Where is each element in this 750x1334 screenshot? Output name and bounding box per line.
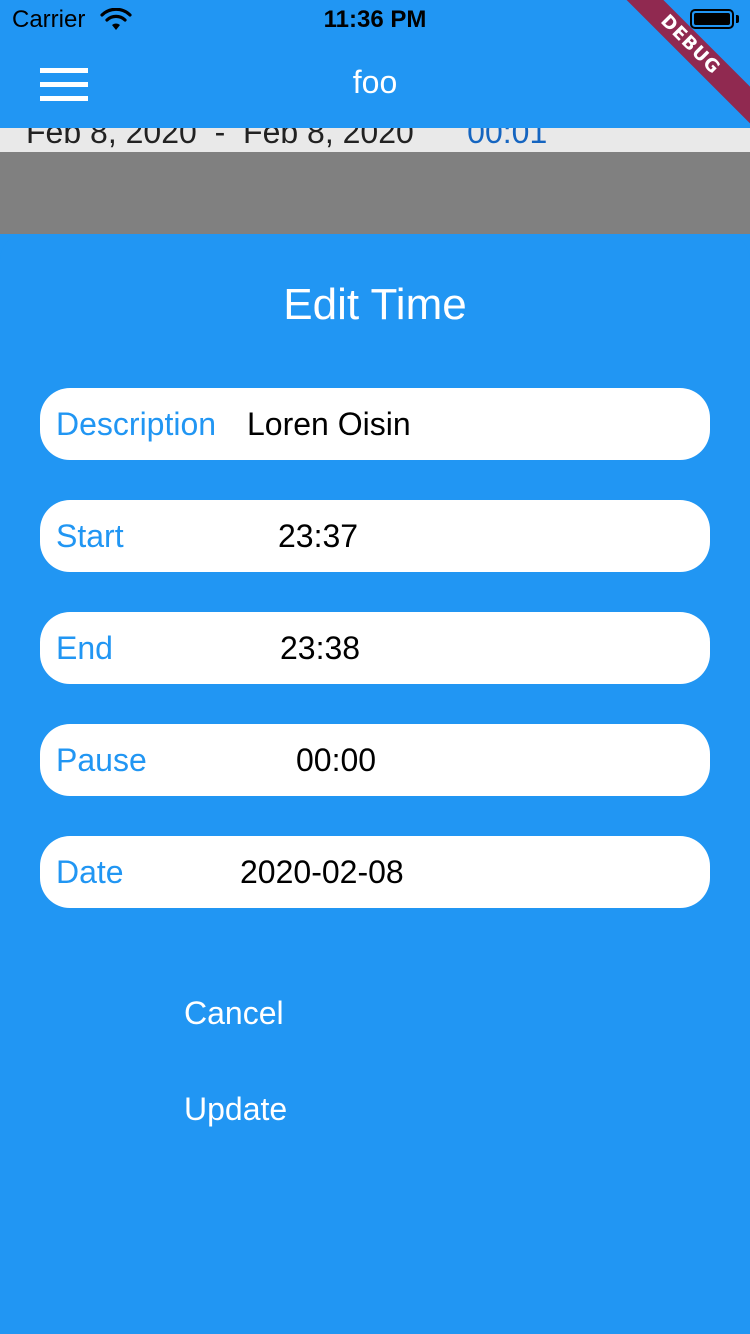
- start-label: Start: [56, 518, 124, 554]
- end-value[interactable]: 23:38: [280, 630, 360, 667]
- date-label: Date: [56, 854, 124, 890]
- pause-label: Pause: [56, 742, 147, 778]
- battery-icon: [690, 9, 734, 29]
- start-field[interactable]: Start 23:37: [40, 500, 710, 572]
- row-end-date: Feb 8, 2020: [243, 128, 414, 150]
- end-label: End: [56, 630, 113, 666]
- start-value[interactable]: 23:37: [278, 518, 358, 555]
- date-field[interactable]: Date 2020-02-08: [40, 836, 710, 908]
- list-row: Feb 8, 2020 - Feb 8, 2020 00:01: [0, 128, 750, 152]
- cancel-button[interactable]: Cancel: [172, 985, 296, 1041]
- date-value[interactable]: 2020-02-08: [240, 854, 404, 891]
- end-field[interactable]: End 23:38: [40, 612, 710, 684]
- battery-tip: [736, 15, 739, 23]
- edit-time-sheet: Edit Time Description Loren Oisin Start …: [0, 234, 750, 1334]
- description-field[interactable]: Description Loren Oisin: [40, 388, 710, 460]
- description-label: Description: [56, 406, 217, 442]
- app-title: foo: [352, 64, 398, 100]
- pause-field[interactable]: Pause 00:00: [40, 724, 710, 796]
- status-bar: Carrier 11:36 PM: [0, 0, 750, 40]
- sheet-title: Edit Time: [283, 280, 467, 329]
- app-bar: foo: [0, 40, 750, 128]
- update-button[interactable]: Update: [172, 1081, 299, 1137]
- description-value[interactable]: Loren Oisin: [247, 406, 411, 443]
- list-row-text: Feb 8, 2020 - Feb 8, 2020 00:01: [26, 128, 547, 150]
- pause-value[interactable]: 00:00: [296, 742, 376, 779]
- dimmed-page-content: Feb 8, 2020 - Feb 8, 2020 00:01: [0, 128, 750, 234]
- row-duration: 00:01: [467, 128, 548, 150]
- clock: 11:36 PM: [323, 6, 427, 33]
- row-start-date: Feb 8, 2020: [26, 128, 197, 150]
